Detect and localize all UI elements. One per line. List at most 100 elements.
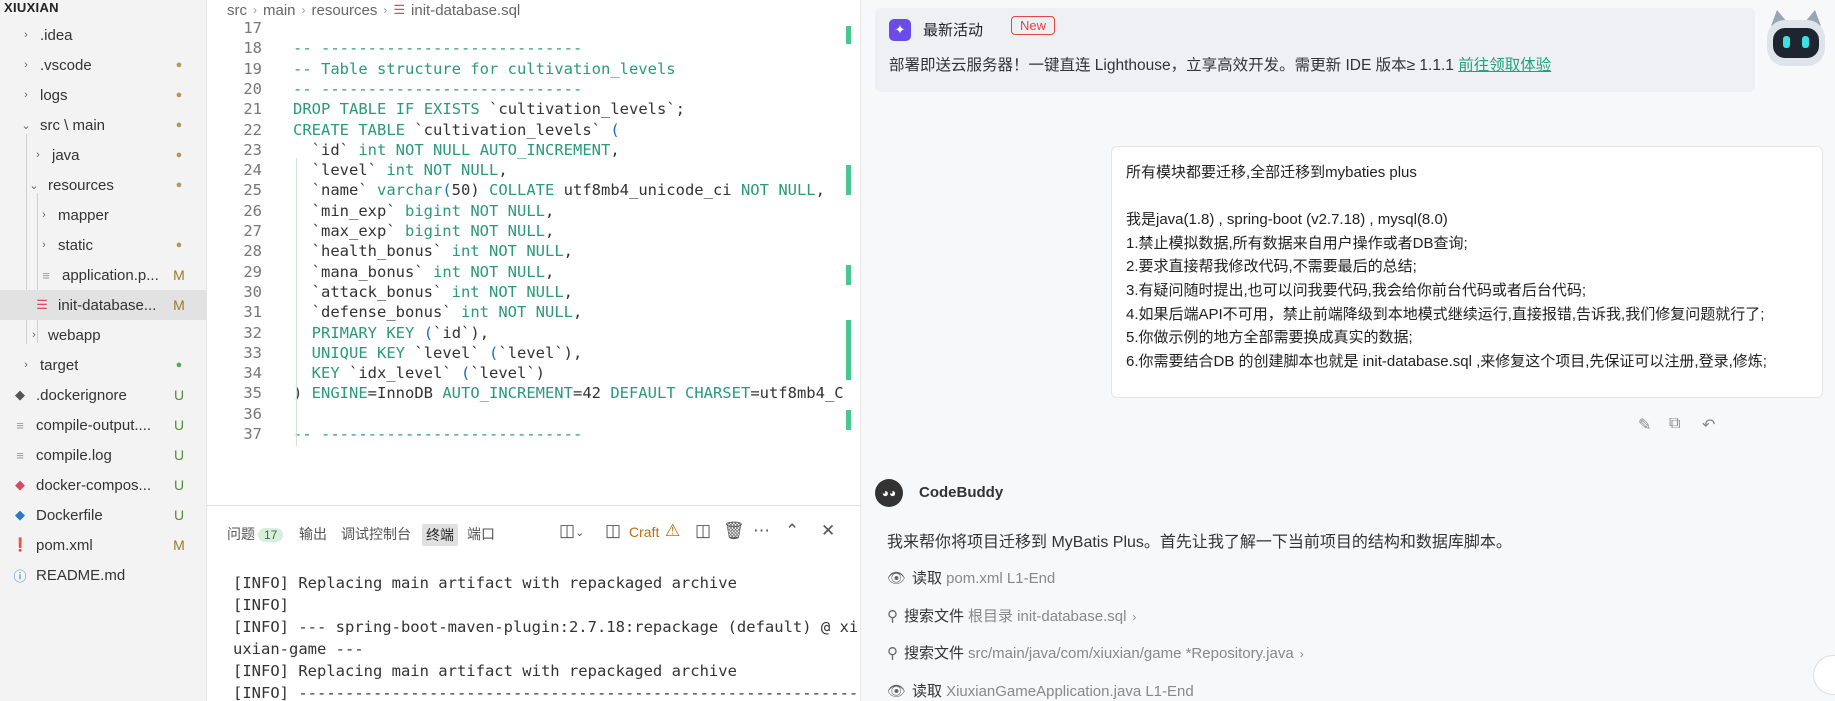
- project-title: XIUXIAN: [4, 0, 59, 15]
- robot-mascot-icon: [1767, 10, 1825, 66]
- status-dot: ●: [175, 179, 183, 191]
- tree-item-readme[interactable]: ⓘ README.md: [0, 560, 206, 590]
- step-action: 搜索文件: [904, 607, 965, 625]
- docker-icon: ◆: [15, 387, 25, 402]
- tree-item-idea[interactable]: › .idea: [0, 20, 206, 50]
- tree-item-logs[interactable]: › logs ●: [0, 80, 206, 110]
- terminal-line: uxian-game ---: [233, 640, 364, 658]
- chat-panel: ✦ 最新活动 New 部署即送云服务器！一键直连 Lighthouse，立享高效…: [861, 0, 1835, 701]
- bot-name: CodeBuddy: [919, 484, 1004, 501]
- scroll-button[interactable]: [1813, 655, 1835, 695]
- tree-item-dockerignore[interactable]: ◆ .dockerignore U: [0, 380, 206, 410]
- eye-icon: 👁: [887, 682, 907, 700]
- step-detail: pom.xml L1-End: [946, 570, 1056, 587]
- tool-step[interactable]: 👁 读取 pom.xml L1-End: [887, 567, 1055, 588]
- tree-item-src-main[interactable]: ⌄ src \ main ●: [0, 110, 206, 140]
- git-change-marker: [846, 410, 851, 430]
- tree-item-init-database[interactable]: ☰ init-database... M: [0, 290, 206, 320]
- edit-icon[interactable]: ✎: [1638, 415, 1651, 435]
- step-action: 读取: [912, 682, 943, 700]
- avatar: ◕◕: [875, 479, 903, 507]
- message-line: 5.你做示例的地方全部需要换成真实的数据;: [1126, 329, 1413, 347]
- breadcrumb-item[interactable]: resources: [312, 2, 378, 19]
- line-number: 37: [243, 425, 262, 443]
- tool-step[interactable]: ⚲ 搜索文件 根目录 init-database.sql ›: [887, 605, 1136, 626]
- tab-terminal[interactable]: 终端: [422, 524, 458, 546]
- chevron-right-icon: ›: [42, 209, 46, 221]
- message-line: 1.禁止模拟数据,所有数据来自用户操作或者DB查询;: [1126, 234, 1468, 252]
- tree-item-mapper[interactable]: › mapper: [0, 200, 206, 230]
- craft-label[interactable]: Craft: [629, 524, 659, 540]
- chevron-down-icon: ⌄: [29, 179, 39, 192]
- copy-icon[interactable]: ⧉: [1669, 415, 1680, 433]
- step-detail: 根目录 init-database.sql: [968, 607, 1127, 625]
- breadcrumb-item[interactable]: init-database.sql: [411, 2, 520, 19]
- message-line: 2.要求直接帮我修改代码,不需要最后的总结;: [1126, 258, 1417, 276]
- message-line: 6.你需要结合DB 的创建脚本也就是 init-database.sql ,来修…: [1126, 352, 1767, 370]
- new-badge: New: [1011, 16, 1056, 35]
- untracked-badge: U: [173, 507, 185, 523]
- file-lines-icon: ≡: [16, 417, 24, 433]
- panel-layout-icon[interactable]: ◫: [605, 521, 621, 541]
- chevron-up-icon[interactable]: ⌃: [785, 521, 799, 541]
- database-icon: ☰: [36, 297, 48, 312]
- code-line[interactable]: 37 -- ----------------------------: [207, 423, 860, 447]
- tree-item-webapp[interactable]: › webapp: [0, 320, 206, 350]
- search-icon: ⚲: [887, 607, 898, 625]
- untracked-badge: U: [173, 387, 185, 403]
- breadcrumb-item[interactable]: main: [263, 2, 296, 19]
- tree-item-pom-xml[interactable]: ❗ pom.xml M: [0, 530, 206, 560]
- more-icon[interactable]: ⋯: [753, 521, 770, 541]
- tree-item-dockerfile[interactable]: ◆ Dockerfile U: [0, 500, 206, 530]
- promo-link[interactable]: 前往领取体验: [1458, 57, 1551, 74]
- explorer-sidebar: XIUXIAN › .idea › .vscode ● › logs ● ⌄ s…: [0, 0, 207, 701]
- git-change-marker: [846, 265, 851, 285]
- database-icon: ☰: [393, 2, 406, 17]
- breadcrumb-item[interactable]: src: [227, 2, 247, 19]
- tab-debug-console[interactable]: 调试控制台: [341, 524, 411, 544]
- warning-icon[interactable]: ⚠: [665, 521, 680, 541]
- bottom-panel: 问题 17 输出 调试控制台 终端 端口 ◫⌄ ◫ Craft ⚠ ◫ 🗑 ⋯ ⌃…: [207, 505, 860, 701]
- tree-item-vscode[interactable]: › .vscode ●: [0, 50, 206, 80]
- split-layout-icon[interactable]: ◫⌄: [559, 521, 584, 541]
- untracked-badge: U: [173, 447, 185, 463]
- chevron-right-icon: ›: [24, 359, 28, 371]
- status-dot: ●: [175, 119, 183, 131]
- tree-item-compile-log[interactable]: ≡ compile.log U: [0, 440, 206, 470]
- chevron-right-icon: ›: [1132, 609, 1137, 624]
- tab-output[interactable]: 输出: [299, 524, 327, 544]
- message-line: 3.有疑问随时提出,也可以问我要代码,我会给你前台代码或者后台代码;: [1126, 282, 1587, 299]
- docker-icon: ◆: [15, 507, 25, 522]
- tree-item-target[interactable]: › target ●: [0, 350, 206, 380]
- tab-problems[interactable]: 问题 17: [227, 524, 284, 544]
- trash-icon[interactable]: 🗑: [723, 521, 745, 541]
- tool-step[interactable]: 👁 读取 XiuxianGameApplication.java L1-End: [887, 680, 1194, 701]
- tool-step[interactable]: ⚲ 搜索文件 src/main/java/com/xiuxian/game *Rep…: [887, 642, 1304, 663]
- step-action: 读取: [912, 570, 943, 587]
- bot-reply: 我来帮你将项目迁移到 MyBatis Plus。首先让我了解一下当前项目的结构和…: [887, 534, 1512, 551]
- tree-item-static[interactable]: › static ●: [0, 230, 206, 260]
- untracked-badge: U: [173, 477, 185, 493]
- tree-item-resources[interactable]: ⌄ resources ●: [0, 170, 206, 200]
- chevron-right-icon: ›: [24, 59, 28, 71]
- status-dot: ●: [175, 59, 183, 71]
- terminal-line: [INFO] Replacing main artifact with repa…: [233, 574, 737, 592]
- step-detail: src/main/java/com/xiuxian/game *Reposito…: [968, 645, 1294, 662]
- tree-item-java[interactable]: › java ●: [0, 140, 206, 170]
- tree-item-compile-output[interactable]: ≡ compile-output.... U: [0, 410, 206, 440]
- split-terminal-icon[interactable]: ◫: [695, 521, 711, 541]
- activity-icon: ✦: [889, 19, 911, 41]
- file-lines-icon: ≡: [42, 267, 50, 283]
- tree-item-docker-compose[interactable]: ◆ docker-compos... U: [0, 470, 206, 500]
- tree-item-application-properties[interactable]: ≡ application.p... M: [0, 260, 206, 290]
- chevron-right-icon: ›: [301, 3, 306, 17]
- terminal-line: [INFO]: [233, 596, 289, 614]
- info-icon: ⓘ: [13, 568, 27, 584]
- code-editor[interactable]: src › main › resources › ☰ init-database…: [207, 0, 860, 505]
- chevron-right-icon: ›: [36, 149, 40, 161]
- step-detail: XiuxianGameApplication.java L1-End: [946, 682, 1194, 700]
- undo-icon[interactable]: ↶: [1702, 415, 1715, 435]
- close-icon[interactable]: ✕: [821, 521, 835, 541]
- tab-ports[interactable]: 端口: [467, 524, 495, 544]
- promo-banner: ✦ 最新活动 New 部署即送云服务器！一键直连 Lighthouse，立享高效…: [875, 8, 1755, 92]
